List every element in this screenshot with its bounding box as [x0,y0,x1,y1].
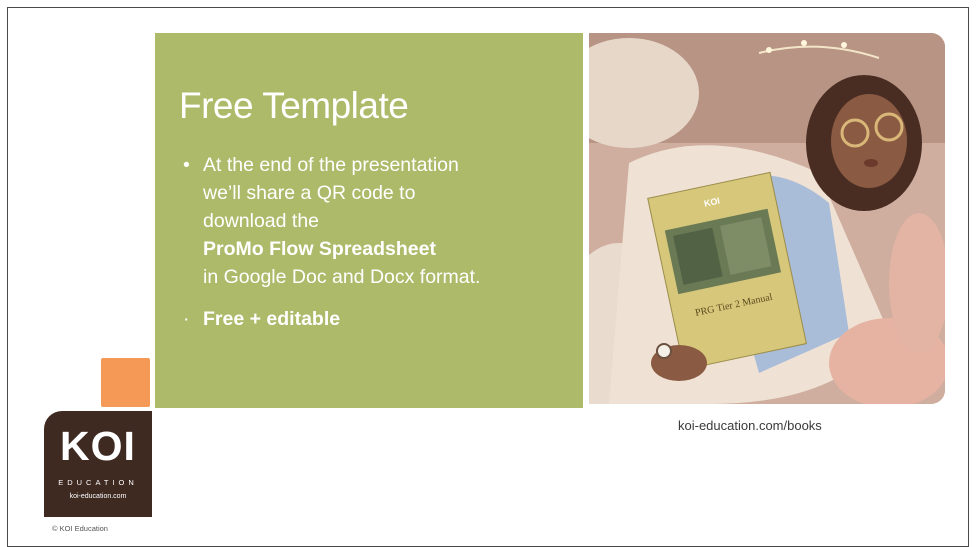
bullet-marker: · [183,308,190,330]
copyright-notice: © KOI Education [52,524,108,533]
bullet-item-qr-code: • At the end of the presentation we’ll s… [183,151,573,291]
logo-subtitle: EDUCATION [58,478,138,487]
spreadsheet-name: ProMo Flow Spreadsheet [203,238,436,260]
photo-illustration: KOI PRG Tier 2 Manual [589,33,945,404]
bullet-line: At the end of the presentation [203,154,459,176]
orange-accent-square [101,358,150,407]
logo-wordmark: KOI [60,423,136,469]
koi-logo: KOI EDUCATION koi-education.com [44,411,152,517]
content-panel: Free Template • At the end of the presen… [155,33,583,408]
bullet-line: we’ll share a QR code to [203,182,416,204]
bullet-item-free-editable: · Free + editable [183,305,573,333]
slide-title: Free Template [179,85,409,126]
bullet-line: download the [203,210,320,232]
bullet-text: Free + editable [203,308,341,330]
bullet-line: in Google Doc and Docx format. [203,266,481,288]
logo-url: koi-education.com [69,493,127,500]
bullet-list: • At the end of the presentation we’ll s… [183,151,573,333]
bullet-marker: • [183,154,190,176]
photo-caption-link: koi-education.com/books [678,418,822,433]
book-photo: KOI PRG Tier 2 Manual [589,33,945,404]
